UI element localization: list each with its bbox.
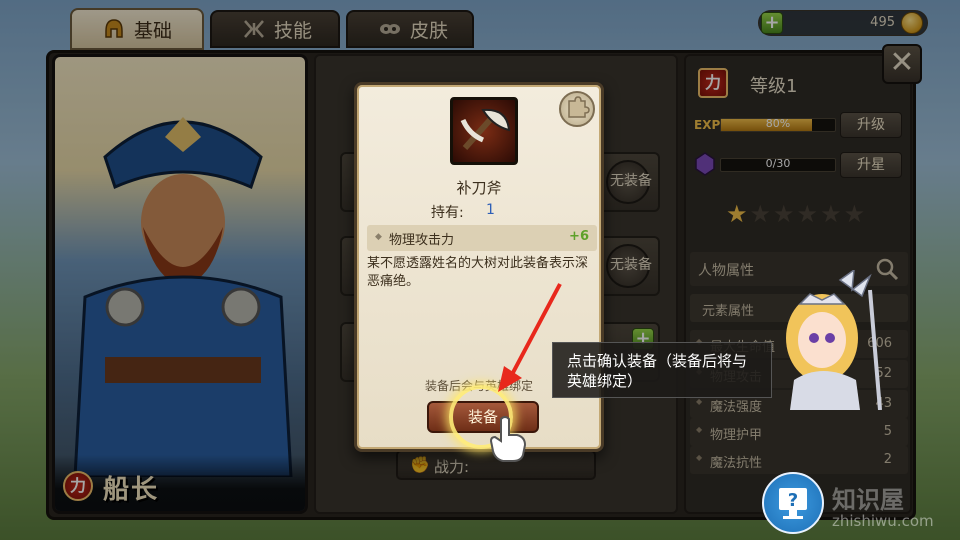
item-stat-row: ◆ 物理攻击力 +6 — [367, 225, 597, 251]
stat-bullet-icon: ◆ — [375, 232, 382, 242]
axe-item-icon — [450, 97, 518, 165]
item-name: 补刀斧 — [456, 179, 502, 197]
guide-character — [786, 270, 882, 410]
stat-name: 物理攻击力 — [389, 233, 455, 248]
svg-text:?: ? — [788, 490, 798, 511]
pointing-hand-icon — [487, 415, 529, 463]
stat-value: +6 — [569, 229, 589, 244]
watermark-url: zhishiwu.com — [832, 512, 934, 530]
tutorial-tip: 点击确认装备（装备后将与英雄绑定） — [552, 342, 772, 398]
puzzle-piece-icon[interactable] — [559, 91, 595, 127]
owned-value: 1 — [486, 202, 495, 218]
owned-label: 持有: — [431, 205, 464, 221]
watermark-logo: 知识屋 — [832, 486, 904, 514]
help-button[interactable]: ? — [762, 472, 824, 534]
